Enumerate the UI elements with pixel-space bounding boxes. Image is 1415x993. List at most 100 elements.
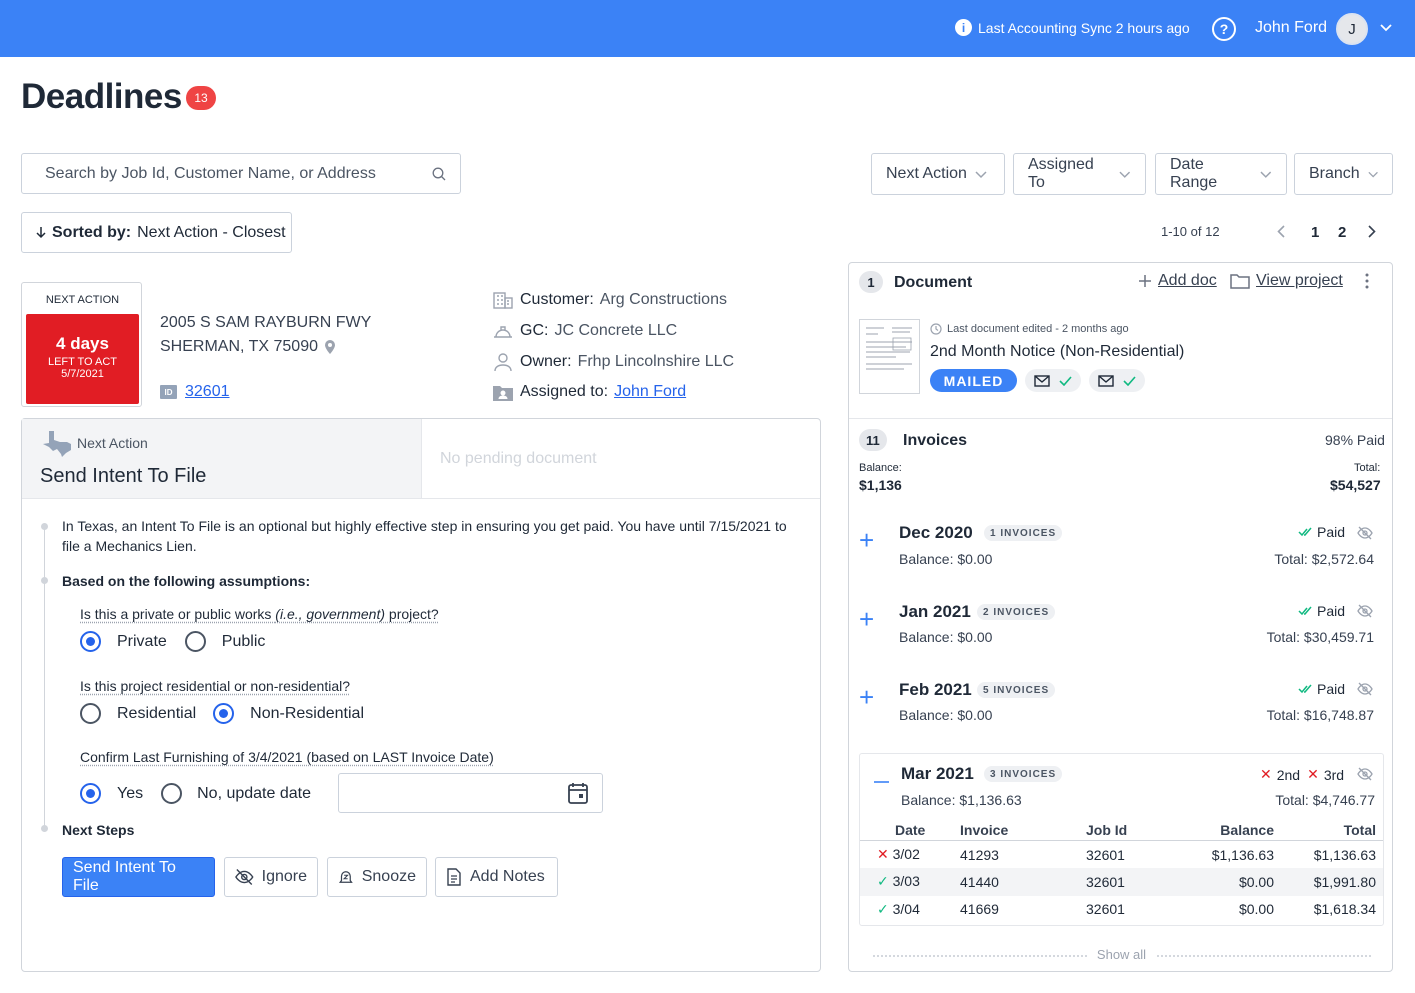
cell-total: $1,991.80 (1274, 868, 1383, 896)
chevron-left-icon[interactable] (1277, 222, 1285, 243)
table-row[interactable]: ✕ 3/02 41293 32601 $1,136.63 $1,136.63 (860, 841, 1383, 869)
calendar-icon[interactable] (568, 782, 588, 804)
snooze-button[interactable]: Snooze (327, 857, 427, 897)
eye-off-icon[interactable] (1357, 604, 1373, 618)
top-bar: i Last Accounting Sync 2 hours ago ? Joh… (0, 0, 1415, 57)
user-name[interactable]: John Ford (1255, 19, 1327, 37)
radio-non-residential-label: Non-Residential (250, 704, 364, 722)
collapse-minus-icon[interactable] (873, 768, 890, 788)
eye-off-icon[interactable] (1357, 526, 1373, 540)
days-left: 4 days (56, 334, 109, 353)
col-invoice: Invoice (960, 822, 1086, 841)
notice-status: ✕ 2nd ✕ 3rd (1260, 766, 1344, 783)
month-title: Mar 2021 (901, 764, 974, 783)
table-row[interactable]: ✓ 3/03 41440 32601 $0.00 $1,991.80 (860, 868, 1383, 896)
search-icon[interactable] (432, 167, 446, 181)
search-input[interactable] (22, 154, 432, 193)
filter-label: Next Action (886, 165, 967, 182)
job-address: 2005 S SAM RAYBURN FWY SHERMAN, TX 75090 (160, 311, 371, 359)
filter-label: Assigned To (1028, 156, 1094, 191)
show-all-link[interactable]: Show all (869, 947, 1374, 962)
paid-label: Paid (1317, 603, 1346, 619)
map-pin-icon[interactable] (324, 339, 336, 355)
timeline-line (44, 526, 45, 830)
q1-part-a: Is this a private or public works (80, 606, 276, 622)
x-icon: ✕ (1307, 766, 1319, 782)
filter-next-action[interactable]: Next Action (871, 153, 1005, 195)
ignore-button[interactable]: Ignore (224, 857, 318, 897)
table-row[interactable]: ✓ 3/04 41669 32601 $0.00 $1,618.34 (860, 896, 1383, 924)
filter-assigned-to[interactable]: Assigned To (1013, 153, 1146, 195)
paid-status: Paid (1298, 681, 1345, 697)
user-icon (494, 353, 512, 372)
radio-private[interactable] (80, 631, 101, 652)
filter-date-range[interactable]: Date Range (1155, 153, 1287, 195)
double-check-icon (1298, 606, 1312, 616)
next-action-small-label: Next Action (77, 435, 148, 451)
view-project-label: View project (1256, 272, 1343, 289)
chevron-down-icon (1260, 171, 1272, 178)
timeline-dot (41, 523, 48, 530)
expand-plus-icon[interactable]: + (859, 525, 874, 556)
view-project-link[interactable]: View project (1230, 272, 1343, 290)
cell-date: 3/04 (892, 900, 920, 917)
gc-label: GC: (520, 322, 549, 339)
chevron-down-icon (1368, 171, 1378, 178)
mail-icon (1098, 374, 1114, 387)
next-action-panel: Next Action Send Intent To File No pendi… (21, 418, 821, 972)
no-pending-document: No pending document (440, 450, 597, 467)
col-job-id: Job Id (1086, 822, 1176, 841)
document-title: Document (894, 274, 973, 291)
cell-date: 3/02 (892, 846, 920, 862)
invoice-count-pill: 5 INVOICES (977, 682, 1056, 698)
divider (872, 953, 1088, 958)
radio-update-date[interactable] (161, 783, 183, 804)
next-action-label: NEXT ACTION (45, 294, 120, 306)
timeline-dot (41, 577, 48, 584)
building-icon (493, 292, 513, 309)
radio-yes-label: Yes (117, 784, 144, 802)
document-name[interactable]: 2nd Month Notice (Non-Residential) (930, 343, 1184, 361)
document-thumbnail[interactable] (859, 319, 920, 394)
add-doc-link[interactable]: Add doc (1138, 272, 1217, 290)
cell-balance: $0.00 (1176, 868, 1274, 896)
expand-plus-icon[interactable]: + (859, 682, 874, 713)
avatar[interactable]: J (1336, 13, 1368, 45)
ignore-label: Ignore (261, 868, 307, 885)
customer-row: Customer: Arg Constructions (492, 290, 727, 310)
last-edited-text: Last document edited - 2 months ago (947, 323, 1129, 335)
job-id-link[interactable]: 32601 (185, 383, 230, 401)
filter-branch[interactable]: Branch (1294, 153, 1393, 195)
radio-yes[interactable] (80, 783, 101, 804)
add-notes-label: Add Notes (470, 868, 545, 885)
radio-public[interactable] (184, 631, 206, 652)
last-furnishing-options: Yes No, update date (80, 783, 311, 804)
page-2[interactable]: 2 (1338, 224, 1346, 241)
more-options-icon[interactable] (1365, 273, 1371, 289)
chevron-right-icon[interactable] (1368, 222, 1376, 243)
note-icon (447, 868, 461, 886)
project-type-options: Private Public (80, 631, 265, 652)
eye-off-icon[interactable] (1357, 767, 1373, 781)
sort-button[interactable]: Sorted by: Next Action - Closest (21, 212, 292, 253)
cell-invoice: 41440 (960, 868, 1086, 896)
send-intent-button[interactable]: Send Intent To File (62, 857, 215, 897)
next-steps-label: Next Steps (62, 822, 135, 838)
cell-total: $1,618.34 (1313, 901, 1376, 918)
next-action-card: NEXT ACTION 4 days LEFT TO ACT 5/7/2021 (21, 282, 142, 407)
date-input[interactable] (338, 773, 603, 813)
x-icon: ✕ (1260, 766, 1272, 782)
expand-plus-icon[interactable]: + (859, 604, 874, 635)
question-residential: Is this project residential or non-resid… (80, 678, 351, 694)
radio-residential[interactable] (80, 703, 101, 724)
help-icon[interactable]: ? (1212, 17, 1236, 41)
eye-off-icon[interactable] (1357, 682, 1373, 696)
month-title: Feb 2021 (899, 680, 972, 699)
page-1[interactable]: 1 (1311, 224, 1319, 241)
radio-non-residential[interactable] (213, 703, 235, 724)
assigned-user-link[interactable]: John Ford (614, 383, 686, 401)
owner-label: Owner: (520, 353, 572, 370)
add-notes-button[interactable]: Add Notes (435, 857, 558, 897)
invoice-count-pill: 1 INVOICES (984, 525, 1063, 541)
chevron-down-icon[interactable] (1380, 21, 1392, 35)
